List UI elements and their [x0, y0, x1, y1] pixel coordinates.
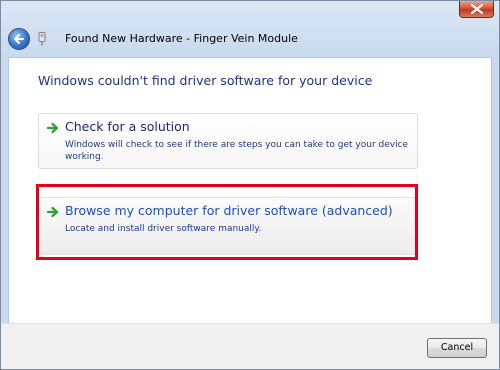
content-panel: Windows couldn't find driver software fo… — [8, 57, 492, 324]
close-button[interactable] — [459, 1, 494, 18]
dialog-footer: Cancel — [1, 323, 499, 369]
option-description: Windows will check to see if there are s… — [65, 140, 409, 162]
dialog-window: Found New Hardware - Finger Vein Module … — [0, 0, 500, 370]
check-for-solution-option[interactable]: Check for a solution Windows will check … — [38, 113, 418, 169]
back-button[interactable] — [8, 28, 30, 50]
highlight-annotation — [36, 184, 418, 260]
title-bar — [1, 1, 499, 25]
hardware-device-icon — [38, 32, 46, 46]
page-heading: Windows couldn't find driver software fo… — [38, 73, 373, 88]
option-title: Check for a solution — [65, 119, 190, 134]
back-arrow-icon — [14, 34, 24, 44]
navigation-bar: Found New Hardware - Finger Vein Module — [1, 25, 499, 57]
green-arrow-icon — [47, 122, 59, 134]
window-title: Found New Hardware - Finger Vein Module — [65, 32, 298, 45]
cancel-button[interactable]: Cancel — [427, 338, 487, 358]
close-icon — [471, 4, 483, 14]
